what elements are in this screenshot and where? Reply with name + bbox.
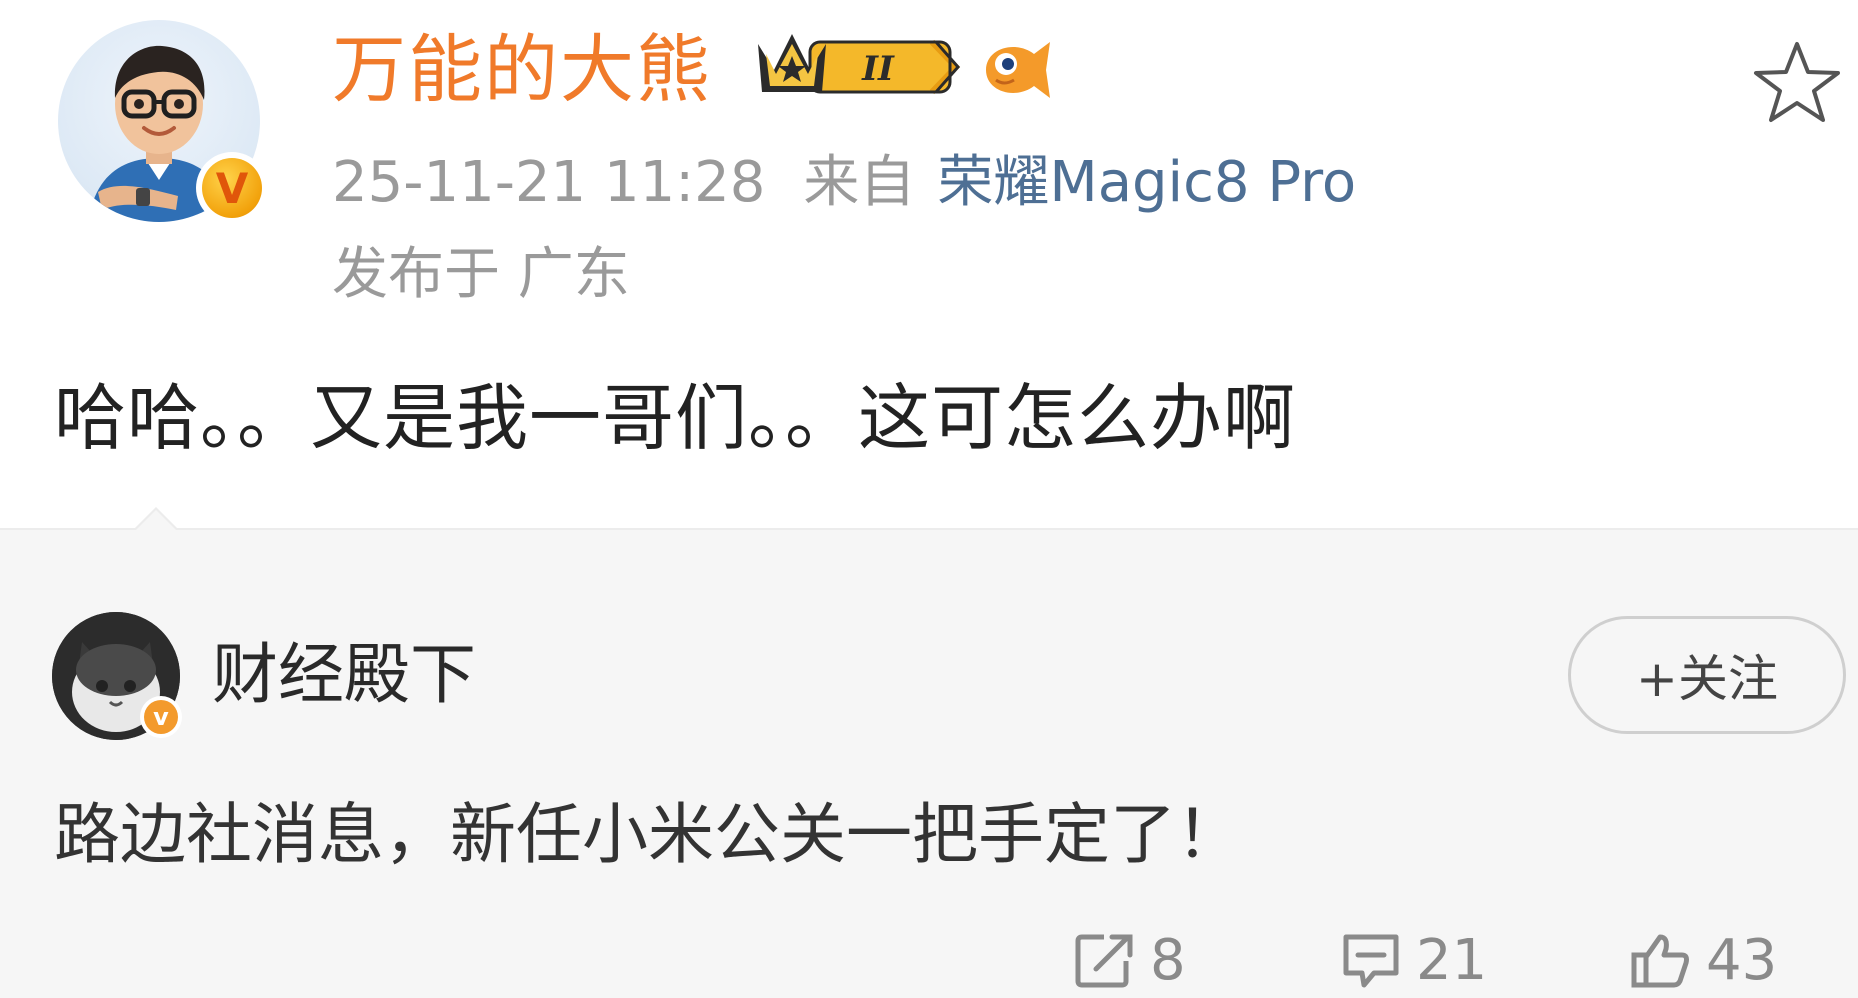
follow-button[interactable]: +关注	[1568, 616, 1846, 734]
repost-author-name[interactable]: 财经殿下	[212, 630, 476, 720]
post-location: 发布于 广东	[332, 242, 630, 307]
verified-mark: V	[202, 158, 262, 218]
like-action[interactable]: 43	[1630, 925, 1777, 995]
comment-icon	[1343, 934, 1399, 988]
repost-verified-icon: v	[140, 696, 182, 738]
repost-verified-mark: v	[144, 700, 178, 734]
like-icon	[1631, 934, 1689, 988]
fish-badge-icon[interactable]	[976, 34, 1056, 106]
reposted-card[interactable]	[0, 528, 1858, 998]
post-timestamp: 25-11-21 11:28	[332, 150, 766, 215]
repost-count: 8	[1150, 927, 1186, 993]
verified-icon: V	[196, 152, 268, 224]
comment-count: 21	[1416, 927, 1488, 993]
repost-content: 路边社消息，新任小米公关一把手定了！	[54, 796, 1242, 873]
original-post: V 万能的大熊 II 25-11-21 11:28 来自 荣耀Magic8 Pro …	[0, 0, 1858, 528]
repost-caret	[118, 510, 194, 548]
repost-action[interactable]: 8	[1074, 925, 1186, 995]
crown-badge-icon[interactable]: II	[752, 24, 962, 108]
level-badge-text: II	[861, 49, 895, 89]
author-name[interactable]: 万能的大熊	[332, 22, 712, 118]
post-meta: 25-11-21 11:28 来自 荣耀Magic8 Pro	[332, 148, 1356, 218]
post-content: 哈哈。。又是我一哥们。。这可怎么办啊	[54, 376, 1297, 460]
like-count: 43	[1706, 927, 1778, 993]
favorite-star-icon[interactable]	[1752, 38, 1842, 128]
repost-icon	[1075, 934, 1133, 988]
comment-action[interactable]: 21	[1340, 925, 1487, 995]
source-prefix: 来自	[803, 150, 916, 215]
device-link[interactable]: 荣耀Magic8 Pro	[937, 150, 1356, 215]
